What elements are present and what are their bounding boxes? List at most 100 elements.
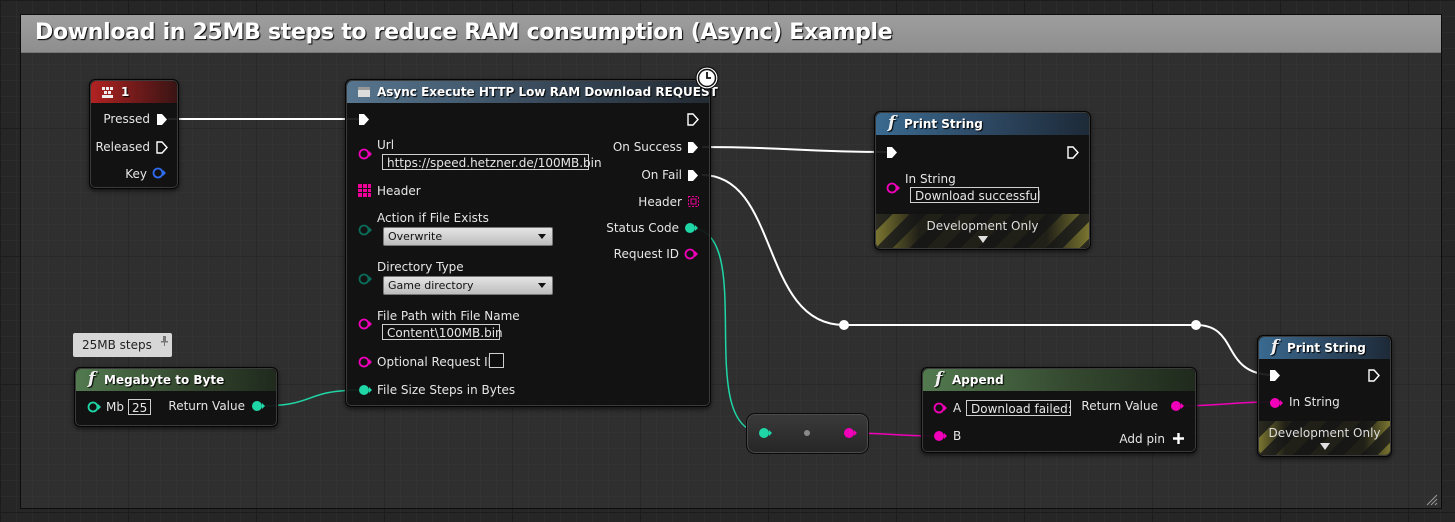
optreq-checkbox[interactable] xyxy=(489,353,504,368)
conv-string-out-pin[interactable] xyxy=(842,427,858,439)
clock-icon xyxy=(695,66,719,90)
request-id-label: Request ID xyxy=(613,247,679,261)
expand-arrow-icon[interactable] xyxy=(977,236,988,243)
async-node-title: Async Execute HTTP Low RAM Download REQU… xyxy=(377,85,718,99)
add-pin-label[interactable]: Add pin xyxy=(1119,432,1165,446)
append-a-input[interactable]: Download failed: xyxy=(966,400,1072,416)
mb-label: Mb xyxy=(106,400,124,414)
function-icon: f xyxy=(888,113,896,133)
print-success-exec-in-pin[interactable] xyxy=(886,146,898,159)
append-b-label: B xyxy=(953,429,962,443)
dirtype-value: Game directory xyxy=(388,279,474,292)
append-header[interactable]: f Append xyxy=(923,369,1195,391)
node-comment-text: 25MB steps xyxy=(82,338,152,352)
key-label: Key xyxy=(125,167,147,181)
print-fail-header[interactable]: f Print String xyxy=(1259,337,1390,359)
steps-int-pin[interactable] xyxy=(357,384,373,396)
header-map-pin[interactable] xyxy=(358,184,371,197)
mb-input[interactable]: 25 xyxy=(128,399,151,415)
optreq-string-pin[interactable] xyxy=(357,356,373,368)
key-event-header[interactable]: 1 xyxy=(91,81,177,103)
on-success-label: On Success xyxy=(612,140,682,154)
dev-only-banner[interactable]: Development Only xyxy=(1259,421,1390,455)
status-code-int-pin[interactable] xyxy=(683,222,699,234)
resize-grip-icon[interactable] xyxy=(1426,494,1438,506)
async-http-download-node[interactable]: Async Execute HTTP Low RAM Download REQU… xyxy=(345,79,718,407)
chevron-down-icon xyxy=(538,283,546,288)
expand-arrow-icon[interactable] xyxy=(1319,443,1330,450)
action-value: Overwrite xyxy=(388,230,443,243)
mb-return-int-pin[interactable] xyxy=(250,400,266,412)
node-comment-bubble[interactable]: 25MB steps xyxy=(73,333,172,357)
print-fail-instring-pin[interactable] xyxy=(1268,397,1284,409)
append-return-label: Return Value xyxy=(1081,399,1158,413)
print-fail-exec-out-pin[interactable] xyxy=(1368,369,1380,382)
released-label: Released xyxy=(95,140,150,154)
action-dropdown[interactable]: Overwrite xyxy=(383,227,553,246)
dirtype-enum-pin[interactable] xyxy=(357,273,373,285)
mb-return-label: Return Value xyxy=(168,399,245,413)
print-string-success-node[interactable]: f Print String In String Download succes… xyxy=(874,111,1091,250)
optreq-label: Optional Request ID xyxy=(377,355,497,369)
megabyte-title: Megabyte to Byte xyxy=(104,373,225,387)
async-node-header[interactable]: Async Execute HTTP Low RAM Download REQU… xyxy=(347,81,718,103)
filepath-input[interactable]: Content\100MB.bin xyxy=(382,324,503,340)
append-a-string-pin[interactable] xyxy=(932,402,948,414)
print-fail-exec-in-pin[interactable] xyxy=(1269,369,1281,382)
keyboard-icon xyxy=(102,87,113,98)
async-exec-out-pin[interactable] xyxy=(687,113,699,126)
function-icon: f xyxy=(935,369,943,389)
print-success-exec-out-pin[interactable] xyxy=(1067,146,1079,159)
pin-tooltip-icon[interactable] xyxy=(160,336,169,346)
filepath-label: File Path with File Name xyxy=(377,309,520,323)
action-label: Action if File Exists xyxy=(377,211,489,225)
append-return-string-pin[interactable] xyxy=(1169,400,1185,412)
print-success-title: Print String xyxy=(904,117,983,131)
append-a-label: A xyxy=(953,401,962,415)
dirtype-dropdown[interactable]: Game directory xyxy=(383,276,553,295)
key-struct-pin[interactable] xyxy=(151,167,167,179)
dev-only-label: Development Only xyxy=(1268,426,1381,440)
key-event-title: 1 xyxy=(121,85,130,99)
append-title: Append xyxy=(952,373,1004,387)
add-pin-icon[interactable] xyxy=(1173,433,1184,444)
print-fail-title: Print String xyxy=(1287,341,1366,355)
pressed-exec-pin[interactable] xyxy=(156,113,168,126)
status-code-label: Status Code xyxy=(606,221,679,235)
url-input[interactable]: https://speed.hetzner.de/100MB.bin xyxy=(382,154,602,170)
conv-int-in-pin[interactable] xyxy=(757,427,773,439)
megabyte-to-byte-node[interactable]: f Megabyte to Byte Mb 25 Return Value xyxy=(74,367,278,427)
pressed-label: Pressed xyxy=(103,112,150,126)
async-exec-in-pin[interactable] xyxy=(358,113,370,126)
request-id-string-pin[interactable] xyxy=(683,248,699,260)
header-out-label: Header xyxy=(638,195,682,209)
print-string-fail-node[interactable]: f Print String In String Development Onl… xyxy=(1257,335,1392,457)
print-success-header[interactable]: f Print String xyxy=(876,113,1089,135)
filepath-string-pin[interactable] xyxy=(357,318,373,330)
print-success-instring-input[interactable]: Download successful xyxy=(910,187,1041,203)
key-event-node[interactable]: 1 Pressed Released Key xyxy=(89,79,179,189)
dirtype-label: Directory Type xyxy=(377,260,464,274)
url-string-pin[interactable] xyxy=(357,148,373,160)
dev-only-banner[interactable]: Development Only xyxy=(876,214,1089,248)
mb-int-pin[interactable] xyxy=(86,401,102,413)
header-out-map-pin[interactable] xyxy=(688,196,699,207)
megabyte-header[interactable]: f Megabyte to Byte xyxy=(76,369,276,391)
released-exec-pin[interactable] xyxy=(156,141,168,154)
async-node-icon xyxy=(358,87,370,97)
append-node[interactable]: f Append A Download failed: B Return Val… xyxy=(921,367,1197,453)
on-fail-exec-pin[interactable] xyxy=(687,169,699,182)
url-label: Url xyxy=(377,138,395,152)
on-success-exec-pin[interactable] xyxy=(687,141,699,154)
dev-only-label: Development Only xyxy=(926,219,1039,233)
chevron-down-icon xyxy=(538,234,546,239)
print-fail-instring-label: In String xyxy=(1289,395,1340,409)
conv-dot-icon xyxy=(804,430,810,436)
print-success-instring-pin[interactable] xyxy=(885,182,901,194)
append-b-string-pin[interactable] xyxy=(932,430,948,442)
comment-title-bar[interactable]: Download in 25MB steps to reduce RAM con… xyxy=(21,15,1441,53)
action-enum-pin[interactable] xyxy=(357,224,373,236)
int-to-string-conversion-node[interactable] xyxy=(746,413,869,454)
comment-box[interactable]: Download in 25MB steps to reduce RAM con… xyxy=(20,14,1442,509)
steps-label: File Size Steps in Bytes xyxy=(377,383,516,397)
